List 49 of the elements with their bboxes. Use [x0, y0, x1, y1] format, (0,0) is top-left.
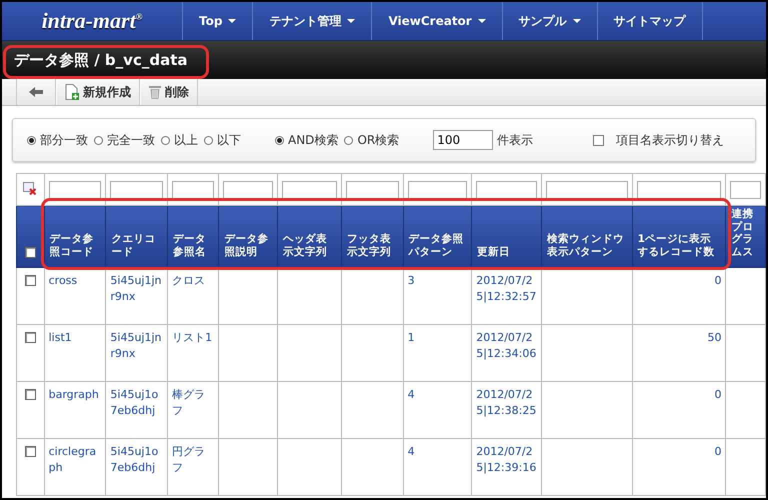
row-checkbox[interactable]: [24, 389, 36, 400]
column-header[interactable]: 検索ウィンドウ表示パターン: [541, 206, 632, 268]
column-filter-field[interactable]: [48, 180, 102, 198]
row-checkbox[interactable]: [24, 446, 36, 458]
column-filter-field[interactable]: [172, 180, 214, 198]
nav-menu-item[interactable]: サイトマップ: [598, 2, 703, 40]
column-header[interactable]: データ参照パターン: [403, 206, 472, 268]
column-filter-field[interactable]: [110, 180, 164, 198]
column-filter-field[interactable]: [476, 180, 537, 198]
column-filter-field[interactable]: [223, 180, 274, 198]
left-arrow-icon: [29, 87, 43, 97]
column-header[interactable]: フッタ表示文字列: [341, 206, 404, 268]
column-filter-field[interactable]: [408, 180, 468, 198]
column-header[interactable]: ヘッダ表示文字列: [278, 206, 342, 268]
column-filter-field[interactable]: [282, 180, 337, 198]
column-header[interactable]: データ参照コード: [44, 206, 106, 268]
record-count-field[interactable]: 100: [433, 130, 494, 150]
logo[interactable]: intra-mart$^{®}$: [42, 8, 142, 34]
column-filter-field[interactable]: [346, 180, 399, 198]
radio-option[interactable]: 以下: [204, 132, 241, 148]
back-button[interactable]: [16, 79, 56, 105]
column-header[interactable]: データ参照名: [168, 206, 219, 268]
delete-button[interactable]: 削除: [140, 79, 198, 105]
nav-menu-item[interactable]: ViewCreator: [372, 2, 503, 40]
radio-option[interactable]: 以上: [161, 132, 198, 148]
column-header[interactable]: データ参照説明: [218, 206, 278, 268]
radio-option[interactable]: OR検索: [344, 132, 400, 148]
nav-menu-item[interactable]: Top: [183, 2, 254, 40]
radio-option[interactable]: 完全一致: [94, 132, 155, 148]
row-checkbox[interactable]: [24, 275, 36, 286]
page-title: データ参照 / b_vc_data: [14, 50, 188, 70]
select-all-checkbox[interactable]: [24, 246, 36, 258]
clear-filter-icon[interactable]: [23, 182, 38, 194]
column-filter-field[interactable]: [636, 180, 722, 198]
record-count-label: 件表示: [497, 132, 534, 148]
trash-icon: [149, 85, 161, 99]
nav-menu-item[interactable]: サンプル: [502, 2, 598, 40]
radio-option[interactable]: 部分一致: [27, 132, 88, 148]
column-header[interactable]: クエリコード: [106, 206, 168, 268]
column-header[interactable]: 1ページに表示するレコード数: [632, 206, 726, 268]
new-document-icon: [65, 84, 79, 100]
row-checkbox[interactable]: [24, 332, 36, 344]
column-name-toggle[interactable]: 項目名表示切り替え: [593, 132, 724, 148]
nav-menu-item[interactable]: テナント管理: [253, 2, 372, 40]
column-filter-field[interactable]: [730, 180, 761, 198]
column-header[interactable]: 更新日: [472, 206, 542, 268]
radio-option[interactable]: AND検索: [275, 132, 338, 148]
new-button[interactable]: 新規作成: [56, 79, 140, 105]
column-filter-field[interactable]: [546, 180, 628, 198]
